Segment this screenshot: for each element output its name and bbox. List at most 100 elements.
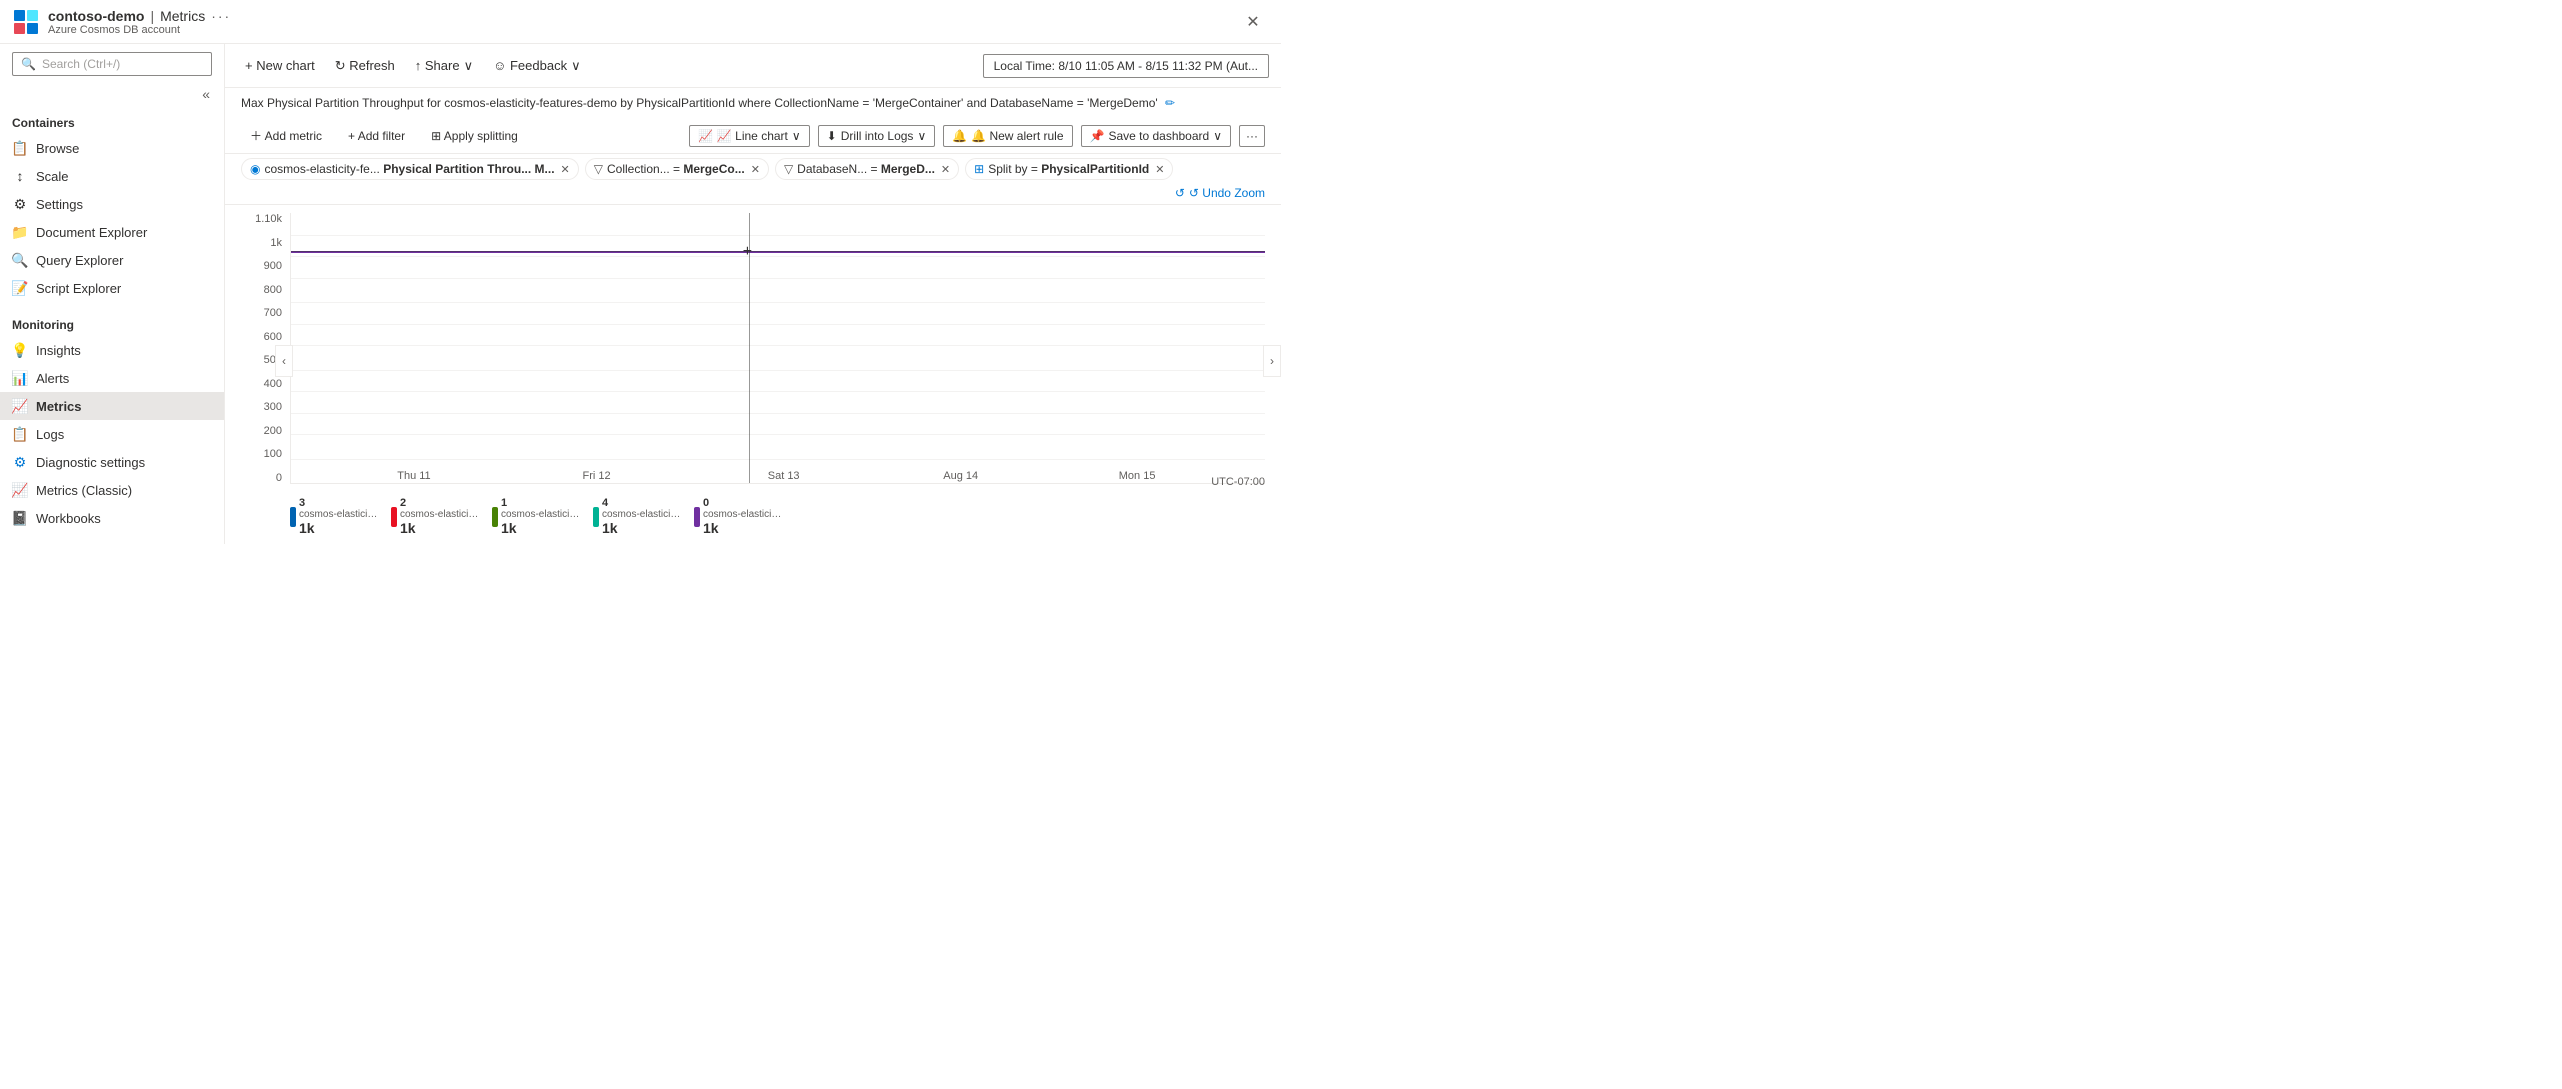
grid-line-1 bbox=[291, 235, 1265, 236]
subtitle: Azure Cosmos DB account bbox=[48, 24, 231, 36]
sidebar-item-metrics-classic[interactable]: 📈 Metrics (Classic) bbox=[0, 476, 224, 504]
undo-zoom-button[interactable]: ↺ ↺ Undo Zoom bbox=[1175, 186, 1265, 200]
chart-area[interactable]: 1.10k 1k 900 800 700 600 500 400 300 200… bbox=[225, 213, 1281, 544]
sidebar-item-logs[interactable]: 📋 Logs bbox=[0, 420, 224, 448]
time-range-button[interactable]: Local Time: 8/10 11:05 AM - 8/15 11:32 P… bbox=[983, 54, 1269, 78]
legend-num-0: 3 bbox=[299, 497, 379, 509]
search-input[interactable] bbox=[42, 57, 203, 71]
sidebar: 🔍 « Containers 📋 Browse ↕ Scale bbox=[0, 44, 225, 544]
filter-tag-icon-2: ▽ bbox=[784, 162, 793, 176]
sidebar-item-label: Query Explorer bbox=[36, 253, 123, 268]
legend-name-1: cosmos-elasticity-fe... bbox=[400, 509, 480, 520]
app-icon bbox=[12, 8, 40, 36]
sidebar-item-metrics[interactable]: 📈 Metrics bbox=[0, 392, 224, 420]
toolbar: + New chart ↻ Refresh ↑ Share ∨ ☺ Feedba… bbox=[225, 44, 1281, 88]
drill-into-logs-dropdown[interactable]: ⬇ Drill into Logs ∨ bbox=[818, 125, 936, 147]
sidebar-item-insights[interactable]: 💡 Insights bbox=[0, 336, 224, 364]
chart-controls: ＋ Add metric + Add filter ⊞ Apply splitt… bbox=[225, 118, 1281, 154]
crosshair-plus: + bbox=[743, 243, 752, 261]
filter-tag-icon-1: ▽ bbox=[594, 162, 603, 176]
more-options-button[interactable]: ··· bbox=[1239, 125, 1265, 147]
share-label: ↑ Share bbox=[415, 58, 460, 73]
sidebar-item-document-explorer[interactable]: 📁 Document Explorer bbox=[0, 218, 224, 246]
x-label-mon15: Mon 15 bbox=[1119, 470, 1156, 482]
chart-prev-arrow[interactable]: ‹ bbox=[275, 345, 293, 377]
chart-next-arrow[interactable]: › bbox=[1263, 345, 1281, 377]
refresh-button[interactable]: ↻ Refresh bbox=[327, 54, 403, 78]
sidebar-section-monitoring: Monitoring 💡 Insights 📊 Alerts 📈 Metrics… bbox=[0, 310, 224, 532]
sidebar-item-settings[interactable]: ⚙ Settings bbox=[0, 190, 224, 218]
logs-icon: 📋 bbox=[12, 426, 28, 442]
title-dots[interactable]: ··· bbox=[211, 8, 231, 24]
new-alert-rule-label: 🔔 New alert rule bbox=[971, 129, 1063, 143]
drill-logs-label: Drill into Logs bbox=[841, 129, 914, 143]
settings-icon: ⚙ bbox=[12, 196, 28, 212]
sidebar-item-label: Metrics bbox=[36, 399, 82, 414]
legend-item-0: 3 cosmos-elasticity-fe... 1k bbox=[290, 497, 379, 536]
line-chart-dropdown[interactable]: 📈 📈 Line chart ∨ bbox=[689, 125, 810, 147]
save-dashboard-icon: 📌 bbox=[1090, 129, 1105, 143]
save-to-dashboard-button[interactable]: 📌 Save to dashboard ∨ bbox=[1081, 125, 1232, 147]
legend-item-4: 0 cosmos-elasticity-fe... 1k bbox=[694, 497, 783, 536]
save-dashboard-chevron-icon: ∨ bbox=[1213, 129, 1222, 143]
sidebar-item-alerts[interactable]: 📊 Alerts bbox=[0, 364, 224, 392]
share-button[interactable]: ↑ Share ∨ bbox=[407, 54, 481, 78]
filter-tag-close-3[interactable]: ✕ bbox=[1155, 163, 1164, 176]
query-explorer-icon: 🔍 bbox=[12, 252, 28, 268]
chart-plot[interactable]: + bbox=[290, 213, 1265, 484]
sidebar-item-label: Workbooks bbox=[36, 511, 101, 526]
page-name: Metrics bbox=[160, 8, 205, 24]
metrics-classic-icon: 📈 bbox=[12, 482, 28, 498]
filter-tag-icon-0: ◉ bbox=[250, 162, 260, 176]
utc-label: UTC-07:00 bbox=[1211, 476, 1265, 488]
search-box[interactable]: 🔍 bbox=[12, 52, 212, 76]
legend-value-3: 1k bbox=[602, 520, 682, 536]
filter-tag-text-0: cosmos-elasticity-fe... Physical Partiti… bbox=[264, 162, 554, 176]
close-button[interactable]: ✕ bbox=[1237, 6, 1269, 38]
scale-icon: ↕ bbox=[12, 168, 28, 184]
sidebar-item-diagnostic-settings[interactable]: ⚙ Diagnostic settings bbox=[0, 448, 224, 476]
legend-color-bar-0 bbox=[290, 507, 296, 527]
x-label-aug14: Aug 14 bbox=[943, 470, 978, 482]
filter-tag-text-2: DatabaseN... = MergeD... bbox=[797, 162, 935, 176]
sidebar-section-automation: Automation ✅ Tasks (preview) bbox=[0, 540, 224, 544]
crosshair-horizontal bbox=[291, 251, 1265, 252]
filter-tag-2: ▽ DatabaseN... = MergeD... ✕ bbox=[775, 158, 959, 180]
y-label-100: 100 bbox=[264, 448, 286, 460]
legend-color-bar-4 bbox=[694, 507, 700, 527]
filter-tag-close-2[interactable]: ✕ bbox=[941, 163, 950, 176]
grid-line-8 bbox=[291, 391, 1265, 392]
legend-name-2: cosmos-elasticity-fe... bbox=[501, 509, 581, 520]
sidebar-item-browse[interactable]: 📋 Browse bbox=[0, 134, 224, 162]
feedback-button[interactable]: ☺ Feedback ∨ bbox=[485, 54, 589, 78]
legend-name-3: cosmos-elasticity-fe... bbox=[602, 509, 682, 520]
filter-tag-text-1: Collection... = MergeCo... bbox=[607, 162, 745, 176]
sidebar-item-workbooks[interactable]: 📓 Workbooks bbox=[0, 504, 224, 532]
apply-splitting-button[interactable]: ⊞ Apply splitting bbox=[422, 125, 527, 147]
section-header-automation: Automation bbox=[0, 540, 224, 544]
line-chart-chevron-icon: ∨ bbox=[792, 129, 801, 143]
alert-icon: 🔔 bbox=[952, 129, 967, 143]
title-separator: | bbox=[150, 8, 154, 24]
add-metric-button[interactable]: ＋ Add metric bbox=[241, 123, 331, 148]
add-filter-button[interactable]: + Add filter bbox=[339, 125, 414, 147]
new-chart-button[interactable]: + New chart bbox=[237, 54, 323, 77]
legend-item-2: 1 cosmos-elasticity-fe... 1k bbox=[492, 497, 581, 536]
filter-tag-1: ▽ Collection... = MergeCo... ✕ bbox=[585, 158, 769, 180]
legend-value-2: 1k bbox=[501, 520, 581, 536]
sidebar-item-query-explorer[interactable]: 🔍 Query Explorer bbox=[0, 246, 224, 274]
x-label-thu11: Thu 11 bbox=[397, 470, 430, 482]
sidebar-item-scale[interactable]: ↕ Scale bbox=[0, 162, 224, 190]
x-axis: Thu 11 Fri 12 Sat 13 Aug 14 Mon 15 bbox=[290, 470, 1265, 488]
edit-title-icon[interactable]: ✏ bbox=[1165, 96, 1175, 110]
sidebar-item-label: Script Explorer bbox=[36, 281, 121, 296]
new-alert-rule-button[interactable]: 🔔 🔔 New alert rule bbox=[943, 125, 1072, 147]
filter-tag-close-1[interactable]: ✕ bbox=[751, 163, 760, 176]
drill-logs-chevron-icon: ∨ bbox=[917, 129, 926, 143]
sidebar-collapse-button[interactable]: « bbox=[196, 84, 216, 104]
content-area: + New chart ↻ Refresh ↑ Share ∨ ☺ Feedba… bbox=[225, 44, 1281, 544]
filter-tag-close-0[interactable]: ✕ bbox=[561, 163, 570, 176]
legend-item-1: 2 cosmos-elasticity-fe... 1k bbox=[391, 497, 480, 536]
sidebar-item-script-explorer[interactable]: 📝 Script Explorer bbox=[0, 274, 224, 302]
line-chart-label: 📈 Line chart bbox=[717, 129, 788, 143]
